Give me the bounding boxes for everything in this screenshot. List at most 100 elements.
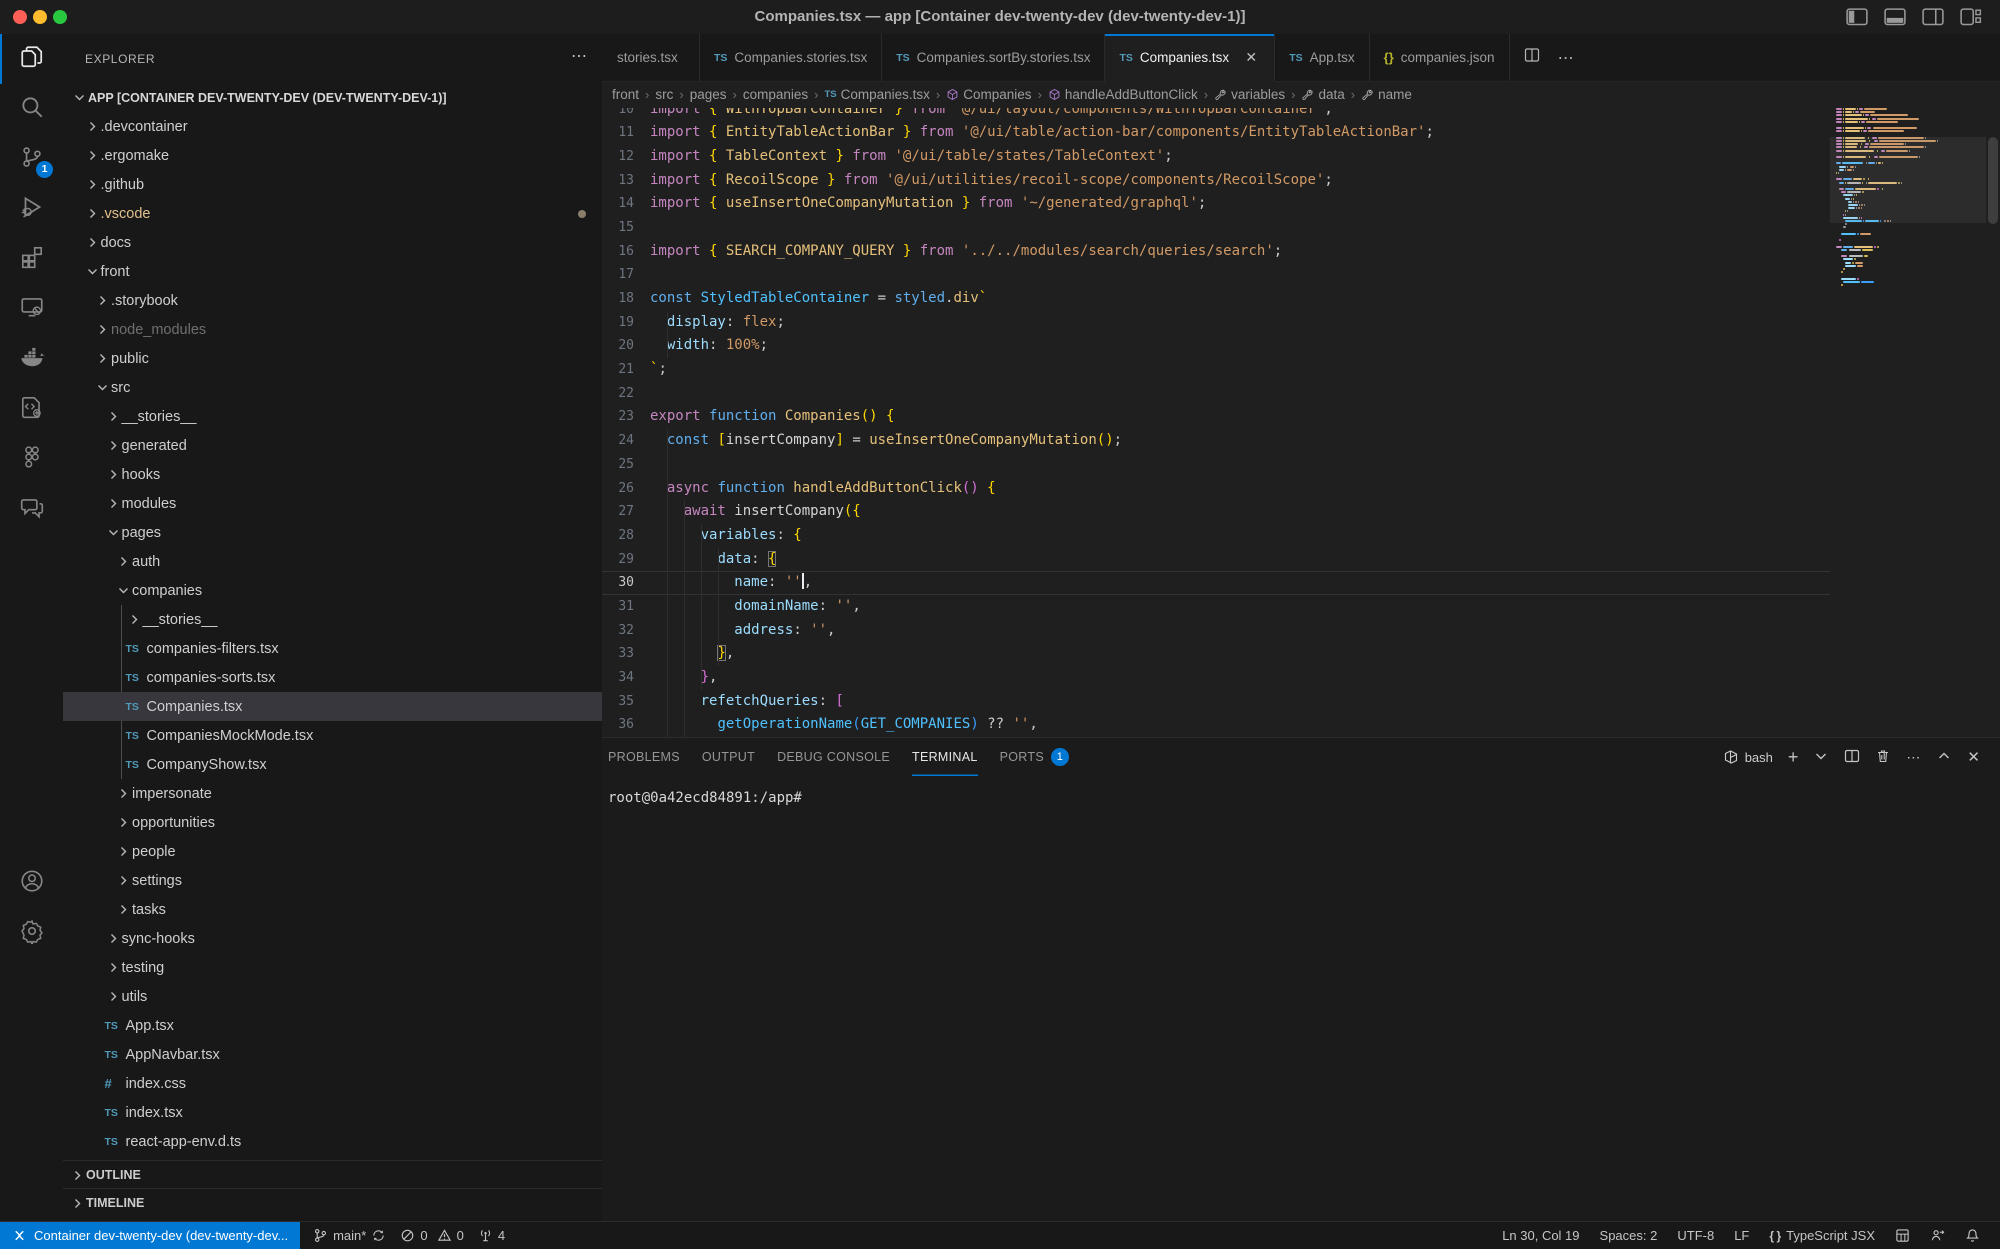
panel-tab-problems[interactable]: PROBLEMS bbox=[608, 738, 680, 776]
timeline-section[interactable]: TIMELINE bbox=[63, 1188, 602, 1217]
code-line-20[interactable]: 20 width: 100%; bbox=[602, 334, 1830, 358]
code-line-28[interactable]: 28 variables: { bbox=[602, 524, 1830, 548]
tree-item-node-modules[interactable]: node_modules bbox=[63, 315, 602, 344]
activity-item-comments[interactable] bbox=[0, 484, 63, 534]
toggle-sidebar-icon[interactable] bbox=[1846, 7, 1868, 27]
code-line-11[interactable]: 11import { EntityTableActionBar } from '… bbox=[602, 121, 1830, 145]
tree-item-opportunities[interactable]: opportunities bbox=[63, 808, 602, 837]
feedback-icon[interactable] bbox=[1920, 1228, 1955, 1243]
tab-stories-tsx[interactable]: stories.tsx bbox=[602, 34, 700, 81]
activity-item-source-control[interactable]: 1 bbox=[0, 134, 63, 184]
editor-layout-status-icon[interactable] bbox=[1885, 1228, 1920, 1243]
terminal-content[interactable]: root@0a42ecd84891:/app# bbox=[608, 790, 802, 806]
tree-item-github[interactable]: .github bbox=[63, 170, 602, 199]
panel-tab-output[interactable]: OUTPUT bbox=[702, 738, 755, 776]
activity-item-codegen-file[interactable] bbox=[0, 384, 63, 434]
tree-item-devcontainer[interactable]: .devcontainer bbox=[63, 112, 602, 141]
code-line-36[interactable]: 36 getOperationName(GET_COMPANIES) ?? ''… bbox=[602, 713, 1830, 737]
code-line-14[interactable]: 14import { useInsertOneCompanyMutation }… bbox=[602, 192, 1830, 216]
code-line-34[interactable]: 34 }, bbox=[602, 666, 1830, 690]
code-line-19[interactable]: 19 display: flex; bbox=[602, 311, 1830, 335]
indentation-item[interactable]: Spaces: 2 bbox=[1590, 1228, 1668, 1243]
breadcrumb-item-handleaddbuttonclick[interactable]: handleAddButtonClick bbox=[1048, 87, 1198, 102]
activity-item-account[interactable] bbox=[0, 858, 63, 908]
tree-item-react-app-env-d-ts[interactable]: TSreact-app-env.d.ts bbox=[63, 1127, 602, 1156]
code-line-13[interactable]: 13import { RecoilScope } from '@/ui/util… bbox=[602, 169, 1830, 193]
code-line-16[interactable]: 16import { SEARCH_COMPANY_QUERY } from '… bbox=[602, 240, 1830, 264]
minimap-slider[interactable] bbox=[1830, 137, 1986, 223]
activity-item-settings[interactable] bbox=[0, 908, 63, 958]
breadcrumb-item-companies-tsx[interactable]: TSCompanies.tsx bbox=[824, 87, 929, 102]
tree-item-pages[interactable]: pages bbox=[63, 518, 602, 547]
editor-more-actions-icon[interactable]: ⋯ bbox=[1558, 48, 1575, 68]
panel-tab-debug-console[interactable]: DEBUG CONSOLE bbox=[777, 738, 890, 776]
minimap[interactable] bbox=[1830, 108, 1986, 737]
maximize-panel-icon[interactable] bbox=[1936, 748, 1952, 767]
kill-terminal-icon[interactable] bbox=[1875, 748, 1891, 767]
code-line-15[interactable]: 15 bbox=[602, 216, 1830, 240]
tree-item-companies-filters-tsx[interactable]: TScompanies-filters.tsx bbox=[63, 634, 602, 663]
breadcrumb-item-data[interactable]: data bbox=[1301, 87, 1344, 102]
activity-item-explorer[interactable] bbox=[0, 34, 63, 84]
activity-item-search[interactable] bbox=[0, 84, 63, 134]
tree-item-ergomake[interactable]: .ergomake bbox=[63, 141, 602, 170]
tree-item-docs[interactable]: docs bbox=[63, 228, 602, 257]
code-line-33[interactable]: 33 }, bbox=[602, 642, 1830, 666]
code-line-35[interactable]: 35 refetchQueries: [ bbox=[602, 690, 1830, 714]
breadcrumb-item-companies[interactable]: Companies bbox=[946, 87, 1031, 102]
tree-item-companyshow-tsx[interactable]: TSCompanyShow.tsx bbox=[63, 750, 602, 779]
code-line-21[interactable]: 21`; bbox=[602, 358, 1830, 382]
code-line-30[interactable]: 30 name: '', bbox=[602, 571, 1830, 595]
outline-section[interactable]: OUTLINE bbox=[63, 1160, 602, 1189]
terminal-dropdown-icon[interactable] bbox=[1813, 748, 1829, 767]
tree-item-settings[interactable]: settings bbox=[63, 866, 602, 895]
language-mode-item[interactable]: { } TypeScript JSX bbox=[1759, 1228, 1885, 1243]
code-line-26[interactable]: 26 async function handleAddButtonClick()… bbox=[602, 477, 1830, 501]
breadcrumb-item-front[interactable]: front bbox=[612, 87, 639, 102]
tree-item-stories[interactable]: __stories__ bbox=[63, 402, 602, 431]
remote-indicator[interactable]: Container dev-twenty-dev (dev-twenty-dev… bbox=[0, 1222, 300, 1249]
activity-item-extensions[interactable] bbox=[0, 234, 63, 284]
activity-item-remote-explorer[interactable] bbox=[0, 284, 63, 334]
code-line-18[interactable]: 18const StyledTableContainer = styled.di… bbox=[602, 287, 1830, 311]
code-line-29[interactable]: 29 data: { bbox=[602, 548, 1830, 572]
code-line-31[interactable]: 31 domainName: '', bbox=[602, 595, 1830, 619]
split-editor-icon[interactable] bbox=[1524, 47, 1540, 68]
code-line-32[interactable]: 32 address: '', bbox=[602, 619, 1830, 643]
breadcrumb-item-pages[interactable]: pages bbox=[690, 87, 727, 102]
tree-item-storybook[interactable]: .storybook bbox=[63, 286, 602, 315]
tree-item-index-tsx[interactable]: TSindex.tsx bbox=[63, 1098, 602, 1127]
code-line-12[interactable]: 12import { TableContext } from '@/ui/tab… bbox=[602, 145, 1830, 169]
code-line-23[interactable]: 23export function Companies() { bbox=[602, 405, 1830, 429]
tree-item-appnavbar-tsx[interactable]: TSAppNavbar.tsx bbox=[63, 1040, 602, 1069]
tree-item-companiesmockmode-tsx[interactable]: TSCompaniesMockMode.tsx bbox=[63, 721, 602, 750]
tree-item-companies[interactable]: companies bbox=[63, 576, 602, 605]
problems-item[interactable]: 0 0 bbox=[393, 1228, 470, 1243]
toggle-panel-icon[interactable] bbox=[1884, 7, 1906, 27]
tree-item-testing[interactable]: testing bbox=[63, 953, 602, 982]
tab-companies-stories-tsx[interactable]: TSCompanies.stories.tsx bbox=[700, 34, 882, 81]
tree-item-auth[interactable]: auth bbox=[63, 547, 602, 576]
breadcrumb-item-variables[interactable]: variables bbox=[1214, 87, 1285, 102]
new-terminal-icon[interactable]: + bbox=[1788, 747, 1799, 768]
tree-item-src[interactable]: src bbox=[63, 373, 602, 402]
code-line-17[interactable]: 17 bbox=[602, 263, 1830, 287]
eol-item[interactable]: LF bbox=[1724, 1228, 1759, 1243]
tree-item-utils[interactable]: utils bbox=[63, 982, 602, 1011]
tree-item-tasks[interactable]: tasks bbox=[63, 895, 602, 924]
code-line-25[interactable]: 25 bbox=[602, 453, 1830, 477]
close-panel-icon[interactable]: ✕ bbox=[1967, 748, 1980, 766]
tree-item-people[interactable]: people bbox=[63, 837, 602, 866]
panel-tab-terminal[interactable]: TERMINAL bbox=[912, 738, 978, 776]
terminal-shell-tab[interactable]: bash bbox=[1723, 749, 1773, 765]
editor-scrollbar[interactable] bbox=[1988, 137, 1998, 224]
breadcrumb-item-companies[interactable]: companies bbox=[743, 87, 808, 102]
panel-tab-ports[interactable]: PORTS1 bbox=[1000, 738, 1069, 776]
code-line-10[interactable]: 10import { WithTopBarContainer } from '@… bbox=[602, 108, 1830, 121]
breadcrumb-item-src[interactable]: src bbox=[655, 87, 673, 102]
tree-item-companies-sorts-tsx[interactable]: TScompanies-sorts.tsx bbox=[63, 663, 602, 692]
tab-companies-sortby-stories-tsx[interactable]: TSCompanies.sortBy.stories.tsx bbox=[882, 34, 1105, 81]
tree-item-app-tsx[interactable]: TSApp.tsx bbox=[63, 1011, 602, 1040]
code-line-27[interactable]: 27 await insertCompany({ bbox=[602, 500, 1830, 524]
tree-item-modules[interactable]: modules bbox=[63, 489, 602, 518]
